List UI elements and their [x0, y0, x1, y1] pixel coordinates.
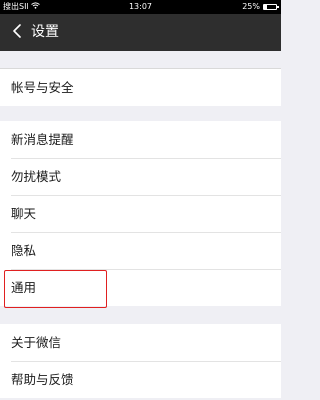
status-time: 13:07: [128, 2, 153, 11]
settings-item-notifications[interactable]: 新消息提醒: [0, 121, 281, 158]
battery-percent: 25%: [242, 2, 260, 11]
battery-icon: [263, 4, 279, 10]
settings-group-main: 新消息提醒 勿扰模式 聊天 隐私 通用: [0, 121, 281, 306]
item-label: 勿扰模式: [11, 169, 62, 184]
status-right: 25%: [242, 0, 279, 14]
settings-item-do-not-disturb[interactable]: 勿扰模式: [0, 158, 281, 195]
item-label: 聊天: [11, 206, 37, 221]
settings-item-account-security[interactable]: 帐号与安全: [0, 69, 281, 106]
settings-item-chat[interactable]: 聊天: [0, 195, 281, 232]
settings-group-account: 帐号与安全: [0, 69, 281, 106]
item-label: 帐号与安全: [11, 80, 74, 95]
settings-item-help-feedback[interactable]: 帮助与反馈: [0, 361, 281, 398]
item-label: 隐私: [11, 243, 37, 258]
status-bar: 搜出SIl 13:07 25%: [0, 0, 281, 14]
item-label: 关于微信: [11, 335, 62, 350]
header-bar: 设置: [0, 14, 281, 51]
item-label: 新消息提醒: [11, 132, 74, 147]
settings-group-about: 关于微信 帮助与反馈: [0, 324, 281, 398]
settings-item-about[interactable]: 关于微信: [0, 324, 281, 361]
chevron-left-icon: [12, 23, 22, 42]
item-label: 通用: [11, 280, 37, 295]
item-label: 帮助与反馈: [11, 372, 74, 387]
settings-item-general[interactable]: 通用: [0, 269, 281, 306]
page-title: 设置: [31, 24, 59, 40]
back-button[interactable]: [6, 20, 28, 44]
settings-item-privacy[interactable]: 隐私: [0, 232, 281, 269]
